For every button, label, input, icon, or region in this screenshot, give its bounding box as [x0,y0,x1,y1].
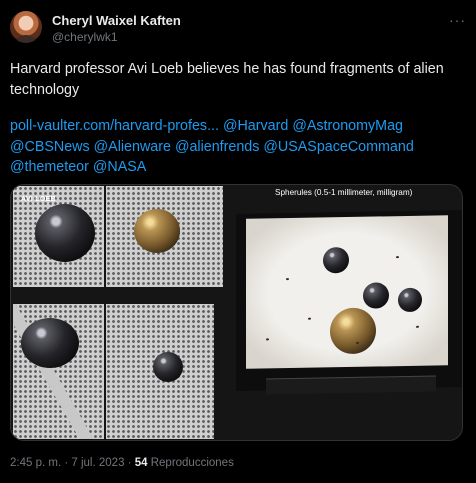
monitor-screen [246,215,448,369]
mention-usaspacecommand[interactable]: @USASpaceCommand [263,139,413,155]
monitor [236,210,462,395]
photo-panel-4 [106,304,214,439]
author-handle[interactable]: @cherylwk1 [52,30,118,44]
tweet-header: Cheryl Waixel Kaften @cherylwk1 ··· [10,10,466,46]
link-url[interactable]: poll-vaulter.com/harvard-profes... [10,118,219,134]
spherule [134,209,180,253]
mention-nasa[interactable]: @NASA [93,159,146,175]
mention-alienware[interactable]: @Alienware [94,139,171,155]
mention-alienfrends[interactable]: @alienfrends [175,139,259,155]
views-label: Reproducciones [150,457,234,469]
tweet-links: poll-vaulter.com/harvard-profes... @Harv… [10,116,466,178]
mention-harvard[interactable]: @Harvard [223,118,288,134]
tweet-date[interactable]: 7 jul. 2023 [71,457,124,469]
mention-themeteor[interactable]: @themeteor [10,159,89,175]
separator: · [127,457,132,469]
spherule [21,318,79,368]
tweet-meta: 2:45 p. m. · 7 jul. 2023 · 54 Reproducci… [10,457,234,469]
watermark-label: AVI LOEB [21,196,56,203]
separator: · [64,457,69,469]
spherule [153,352,183,382]
spherule [330,307,376,355]
spherule [35,204,95,262]
views-count: 54 [134,457,148,469]
avatar[interactable] [10,11,42,43]
tweet-time[interactable]: 2:45 p. m. [10,457,61,469]
ellipsis-icon[interactable]: ··· [449,12,466,28]
monitor-base [266,375,436,395]
media-image[interactable]: AVI LOEB Spherules (0.5-1 millimeter, mi… [10,184,463,441]
spherule [363,282,389,309]
spherule [323,247,349,274]
photo-panel-2 [106,186,223,287]
author-name[interactable]: Cheryl Waixel Kaften [52,13,181,28]
tweet-text: Harvard professor Avi Loeb believes he h… [10,61,444,98]
spherules-caption: Spherules (0.5-1 millimeter, milligram) [275,188,413,197]
spherule [398,287,422,313]
photo-panel-3 [13,304,104,439]
mention-astronomymag[interactable]: @AstronomyMag [292,118,403,134]
mention-cbsnews[interactable]: @CBSNews [10,139,90,155]
